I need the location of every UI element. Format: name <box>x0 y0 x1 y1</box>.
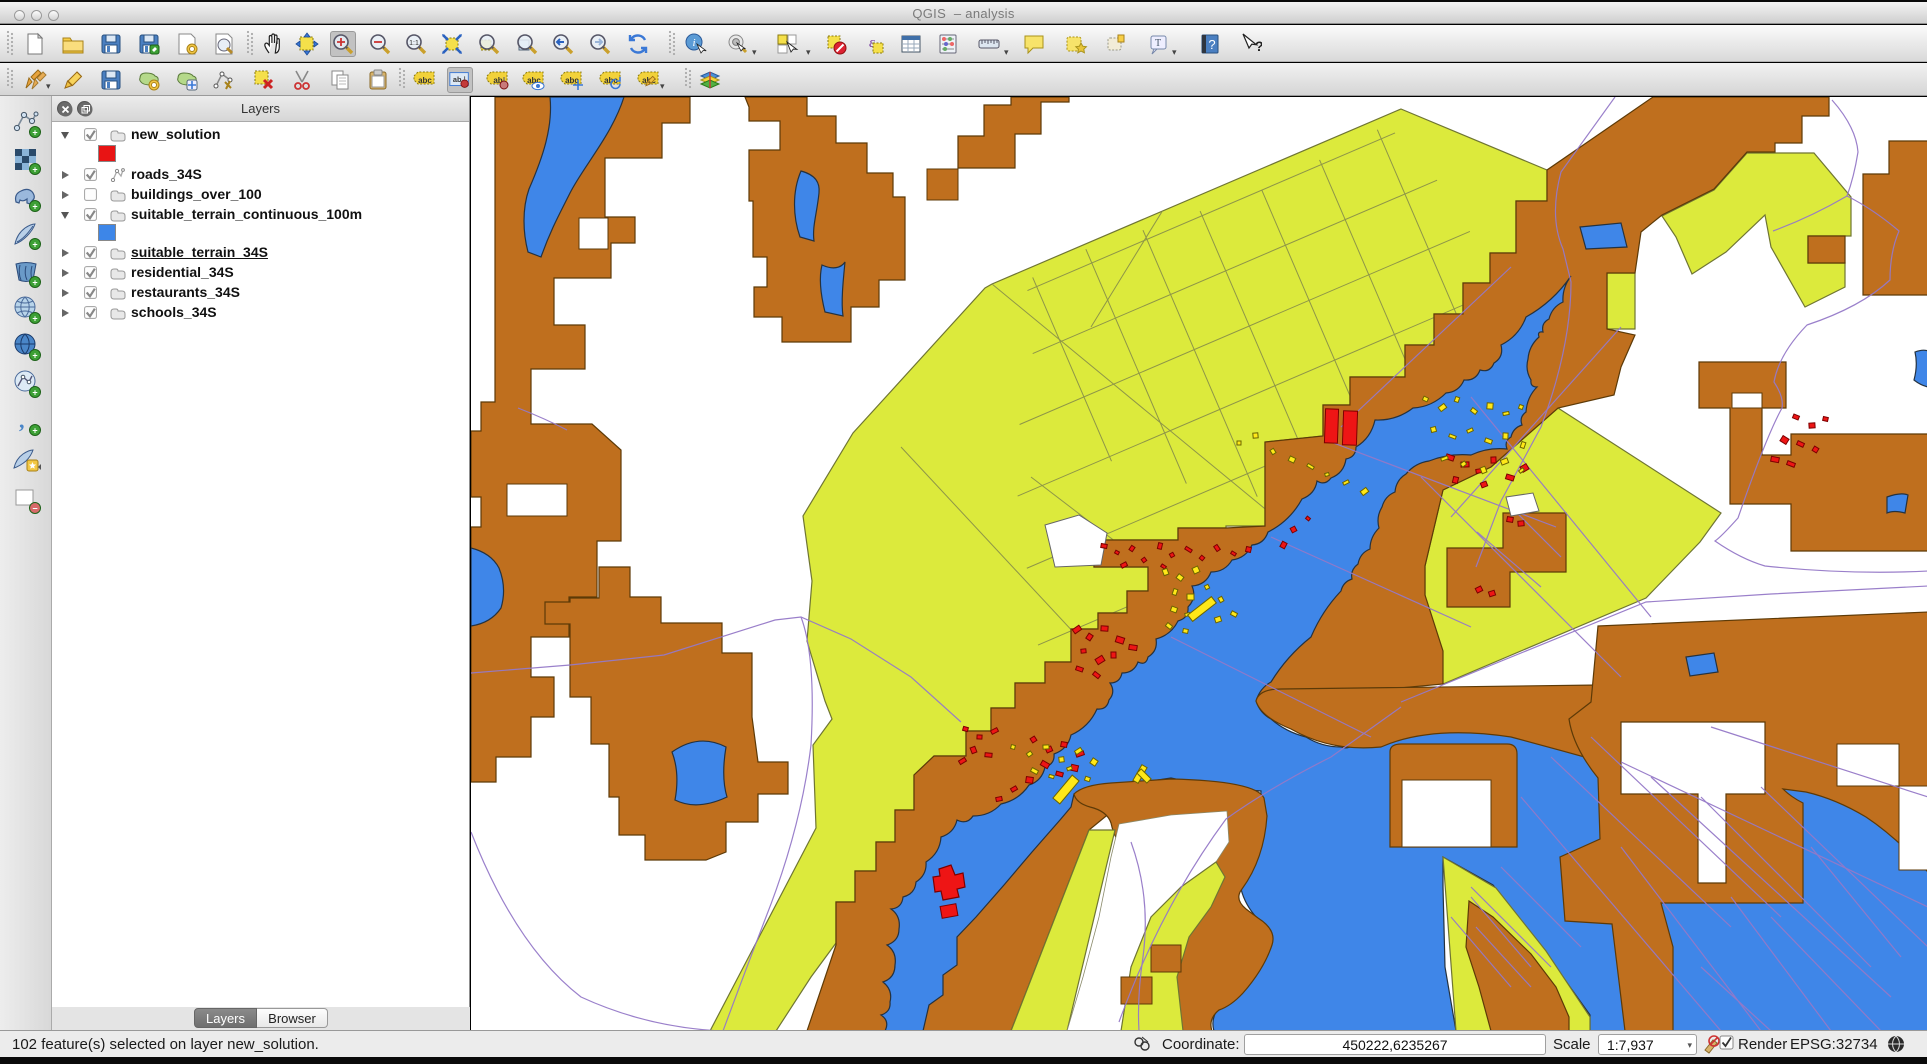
svg-text:+: + <box>32 351 37 361</box>
svg-text:i: i <box>692 37 695 49</box>
svg-text:+: + <box>32 278 37 288</box>
svg-text:abc: abc <box>418 76 432 85</box>
svg-text:+: + <box>32 314 37 324</box>
svg-text:−: − <box>32 504 37 514</box>
svg-text:,: , <box>19 408 25 433</box>
svg-text:T: T <box>1155 38 1161 49</box>
svg-text:+: + <box>32 388 37 398</box>
svg-text:+: + <box>32 240 37 250</box>
svg-text:+: + <box>32 426 37 436</box>
svg-text:+: + <box>32 165 37 175</box>
svg-text:+: + <box>32 128 37 138</box>
svg-text:+: + <box>32 202 37 212</box>
svg-text:?: ? <box>1208 37 1215 52</box>
svg-text:1:1: 1:1 <box>409 40 419 47</box>
svg-text:?: ? <box>1255 38 1262 54</box>
